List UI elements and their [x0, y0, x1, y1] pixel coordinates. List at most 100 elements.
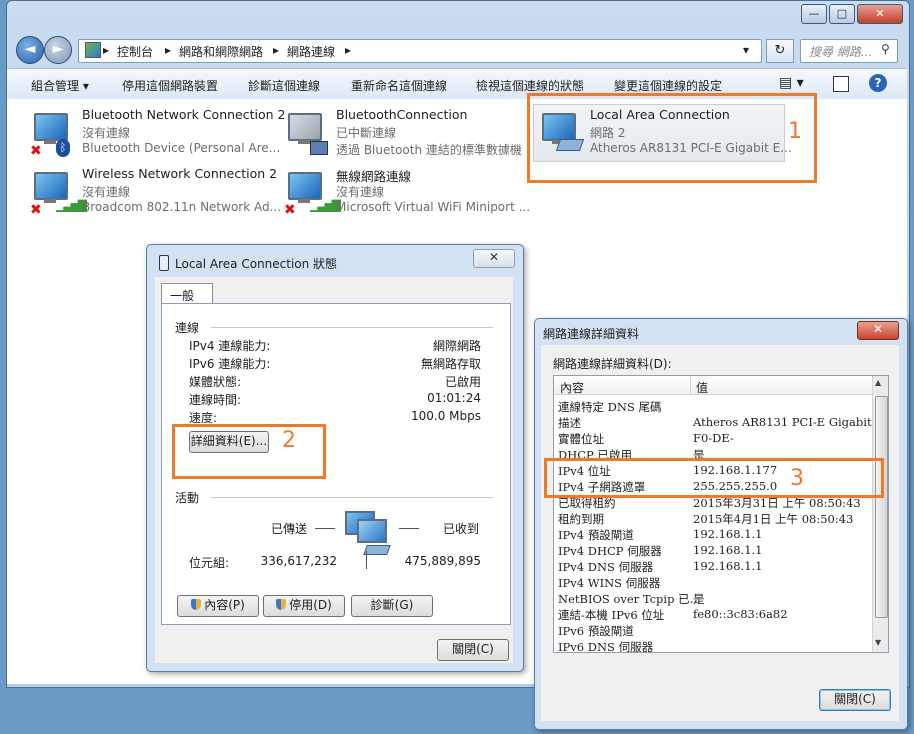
row-value: 已啟用 — [444, 375, 481, 389]
disable-device-button[interactable]: 停用這個網路裝置 — [122, 77, 218, 94]
row-label: IPv4 連線能力: — [189, 339, 271, 353]
refresh-icon[interactable]: ↻ — [766, 39, 794, 63]
diagnose-connection-button[interactable]: 診斷這個連線 — [248, 77, 320, 94]
detail-property: IPv4 預設閘道 — [558, 528, 634, 542]
scroll-down-icon[interactable]: ▼ — [875, 638, 881, 647]
wireless-signal-icon: ▁▃▅▇ — [310, 198, 341, 212]
maximize-button[interactable]: □ — [829, 4, 855, 24]
column-divider[interactable] — [690, 376, 691, 394]
row-value: 網際網路 — [432, 339, 481, 353]
tab-general[interactable]: 一般 — [161, 283, 213, 304]
detail-property: 描述 — [558, 416, 581, 430]
view-options-icon[interactable]: ▤ ▾ — [779, 75, 804, 91]
received-label: 已收到 — [443, 522, 480, 536]
detail-property: 連結-本機 IPv6 位址 — [558, 608, 665, 622]
bytes-received-value: 475,889,895 — [404, 554, 481, 568]
close-button[interactable]: ✕ — [857, 4, 903, 24]
organize-button[interactable]: 組合管理 ▾ — [31, 77, 89, 94]
divider — [211, 497, 493, 498]
back-button[interactable]: ◄ — [16, 36, 44, 64]
connection-bluetooth-network-2[interactable]: ✖ ᛒ Bluetooth Network Connection 2 沒有連線 B… — [30, 107, 285, 161]
detail-row[interactable]: NetBIOS over Tcpip 已... 是 — [558, 590, 874, 606]
preview-pane-icon[interactable] — [833, 76, 849, 92]
search-input[interactable]: 搜尋 網路... ⚲ — [800, 39, 898, 63]
connection-device: Microsoft Virtual WiFi Miniport ... — [336, 200, 531, 214]
divider — [366, 551, 367, 569]
connection-bluetooth[interactable]: BluetoothConnection 已中斷連線 透過 Bluetooth 連… — [284, 107, 524, 161]
forward-button[interactable]: ► — [44, 36, 72, 64]
control-panel-icon — [85, 42, 101, 58]
network-adapter-icon: ✖ ▁▃▅▇ — [284, 168, 341, 218]
change-settings-button[interactable]: 變更這個連線的設定 — [614, 77, 722, 94]
row-value: 無網路存取 — [420, 357, 481, 371]
scroll-thumb[interactable] — [875, 396, 888, 618]
row-label: IPv6 連線能力: — [189, 357, 271, 371]
connection-wireless[interactable]: ✖ ▁▃▅▇ 無線網路連線 沒有連線 Microsoft Virtual WiFi… — [284, 166, 530, 220]
divider — [211, 327, 493, 328]
detail-row[interactable]: IPv4 WINS 伺服器 — [558, 574, 874, 590]
status-close-button[interactable]: 關閉(C) — [437, 639, 509, 661]
detail-row[interactable]: IPv6 DNS 伺服器 — [558, 638, 874, 653]
detail-value: 是 — [693, 592, 705, 606]
wireless-signal-icon: ▁▃▅▇ — [56, 198, 87, 212]
search-icon[interactable]: ⚲ — [881, 42, 890, 56]
highlight-box-1 — [527, 93, 817, 183]
properties-button[interactable]: 內容(P) — [177, 595, 259, 617]
sent-label: 已傳送 — [271, 522, 308, 536]
detail-value: 2015年4月1日 上午 08:50:43 — [693, 512, 854, 526]
view-status-button[interactable]: 檢視這個連線的狀態 — [476, 77, 584, 94]
detail-property: IPv6 預設閘道 — [558, 624, 634, 638]
disable-button[interactable]: 停用(D) — [263, 595, 345, 617]
detail-row[interactable]: IPv4 DHCP 伺服器 192.168.1.1 — [558, 542, 874, 558]
details-list[interactable]: 內容 值 連線特定 DNS 尾碼 描述 Atheros AR8131 PCI-E G… — [553, 375, 889, 653]
breadcrumb-network-connections[interactable]: 網路連線 — [287, 43, 335, 60]
breadcrumb-sep-icon: ▸ — [345, 43, 352, 57]
bluetooth-icon: ᛒ — [56, 139, 70, 157]
detail-property: IPv4 DHCP 伺服器 — [558, 544, 662, 558]
connection-device: Bluetooth Device (Personal Are... — [82, 141, 281, 155]
network-adapter-icon: ✖ ▁▃▅▇ — [30, 168, 87, 218]
scroll-up-icon[interactable]: ▲ — [875, 378, 881, 387]
connection-name: Bluetooth Network Connection 2 — [82, 107, 286, 122]
detail-row[interactable]: 連結-本機 IPv6 位址 fe80::3c83:6a82 — [558, 606, 874, 622]
address-dropdown-icon[interactable]: ▾ — [743, 43, 749, 57]
detail-value: Atheros AR8131 PCI-E Gigabit Ethen — [693, 415, 889, 429]
detail-row[interactable]: 連線特定 DNS 尾碼 — [558, 398, 874, 414]
vertical-scrollbar[interactable]: ▲ ▼ — [872, 376, 888, 652]
column-header-value[interactable]: 值 — [696, 379, 708, 396]
connection-device: Broadcom 802.11n Network Ad... — [82, 200, 282, 214]
row-value: 100.0 Mbps — [410, 409, 481, 423]
address-bar[interactable]: ▸ 控制台 ▸ 網路和網際網路 ▸ 網路連線 ▸ ▾ — [78, 39, 762, 63]
modem-icon — [310, 141, 328, 155]
details-close-button[interactable]: 關閉(C) — [819, 689, 891, 711]
detail-value: 192.168.1.1 — [693, 543, 763, 557]
breadcrumb-control-panel[interactable]: 控制台 — [117, 43, 153, 60]
row-label: 連線時間: — [189, 393, 242, 407]
status-close-x-button[interactable]: ✕ — [473, 249, 515, 268]
detail-value: F0-DE- — [693, 431, 734, 445]
help-icon[interactable]: ? — [869, 74, 887, 92]
network-plug-icon — [159, 255, 169, 271]
detail-row[interactable]: 描述 Atheros AR8131 PCI-E Gigabit Ethen — [558, 414, 888, 430]
detail-row[interactable]: 實體位址 F0-DE- — [558, 430, 874, 446]
search-placeholder: 搜尋 網路... — [809, 45, 873, 59]
minimize-button[interactable]: — — [801, 4, 827, 24]
highlight-box-2 — [172, 424, 326, 479]
bytes-label: 位元組: — [189, 556, 230, 570]
detail-row[interactable]: 租約到期 2015年4月1日 上午 08:50:43 — [558, 510, 874, 526]
detail-row[interactable]: IPv4 預設閘道 192.168.1.1 — [558, 526, 874, 542]
breadcrumb-network-internet[interactable]: 網路和網際網路 — [179, 43, 263, 60]
column-header-property[interactable]: 內容 — [560, 379, 584, 396]
connection-wireless-2[interactable]: ✖ ▁▃▅▇ Wireless Network Connection 2 沒有連線… — [30, 166, 281, 220]
rename-connection-button[interactable]: 重新命名這個連線 — [351, 77, 447, 94]
detail-property: IPv6 DNS 伺服器 — [558, 640, 654, 653]
diagnose-button[interactable]: 診斷(G) — [351, 595, 433, 617]
details-close-x-button[interactable]: ✕ — [857, 321, 899, 340]
detail-row[interactable]: IPv4 DNS 伺服器 192.168.1.1 — [558, 558, 874, 574]
row-label: 媒體狀態: — [189, 375, 242, 389]
breadcrumb-sep-icon: ▸ — [165, 43, 172, 57]
detail-row[interactable]: IPv6 預設閘道 — [558, 622, 874, 638]
detail-property: 租約到期 — [558, 512, 604, 526]
sent-line — [315, 528, 335, 529]
received-line — [399, 528, 419, 529]
